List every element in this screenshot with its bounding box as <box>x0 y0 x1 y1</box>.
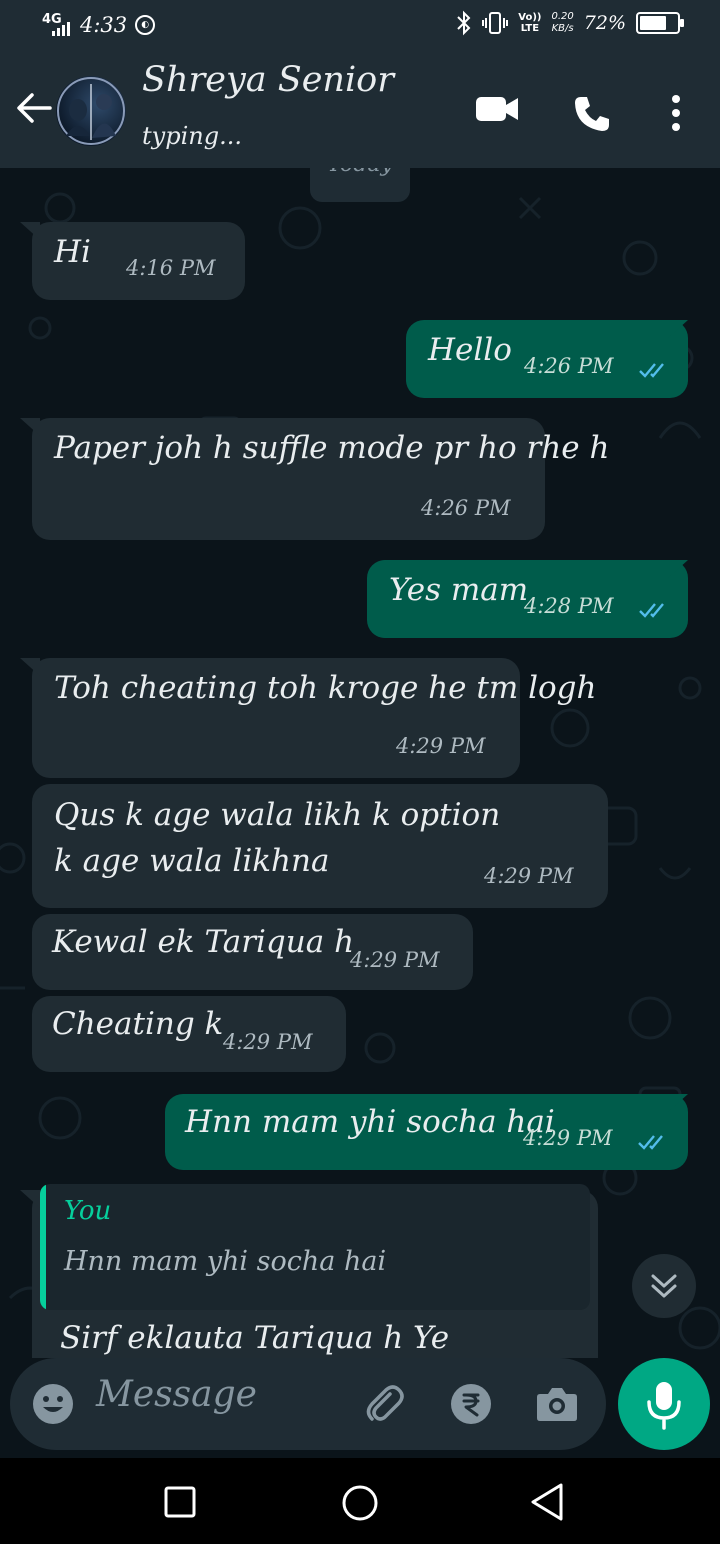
chat-header: Shreya Senior typing... <box>0 52 720 168</box>
incoming-message[interactable]: Paper joh h suffle mode pr ho rhe h 4:26… <box>32 418 609 540</box>
battery-icon <box>636 12 684 34</box>
message-time: 4:26 PM <box>524 354 614 378</box>
contact-status: typing... <box>142 122 242 150</box>
incoming-message[interactable]: Toh cheating toh kroge he tm logh 4:29 P… <box>32 658 596 778</box>
read-ticks-icon <box>639 603 664 618</box>
signal-icon: 4G <box>40 12 72 38</box>
message-time: 4:29 PM <box>396 734 486 758</box>
volte-indicator: Vo)) LTE <box>518 12 542 34</box>
message-text: Sirf eklauta Tariqua h Ye <box>60 1320 450 1356</box>
home-icon[interactable] <box>341 1484 379 1522</box>
date-chip: Today <box>310 168 410 202</box>
quote-author: You <box>64 1196 112 1226</box>
battery-fill <box>640 16 666 30</box>
status-right: Vo)) LTE 0.20 KB/s 72% <box>456 10 684 36</box>
battery-percent: 72% <box>583 12 626 34</box>
vibrate-icon <box>482 12 509 34</box>
input-bar: Message <box>0 1358 720 1458</box>
back-arrow-icon[interactable] <box>14 88 54 128</box>
navigation-bar <box>0 1458 720 1544</box>
outgoing-message[interactable]: Yes mam 4:28 PM <box>367 560 688 638</box>
emoji-icon[interactable] <box>32 1383 74 1425</box>
message-text: Hnn mam yhi socha hai <box>185 1104 555 1140</box>
message-text: Qus k age wala likh k option k age wala … <box>54 797 501 879</box>
avatar-photo <box>57 77 125 145</box>
camera-icon[interactable] <box>536 1384 578 1422</box>
bluetooth-icon <box>457 10 471 36</box>
more-options-icon[interactable] <box>666 94 686 132</box>
microphone-icon <box>647 1382 681 1430</box>
message-time: 4:29 PM <box>223 1030 313 1054</box>
rupee-payment-icon[interactable] <box>450 1383 492 1425</box>
outgoing-message[interactable]: Hnn mam yhi socha hai 4:29 PM <box>165 1094 688 1170</box>
read-ticks-icon <box>638 1135 663 1150</box>
message-time: 4:29 PM <box>523 1126 613 1150</box>
network-speed: 0.20 KB/s <box>551 11 574 34</box>
quoted-message[interactable]: You Hnn mam yhi socha hai <box>40 1184 590 1310</box>
message-text: Cheating k <box>52 1006 224 1042</box>
scroll-down-button[interactable] <box>632 1254 696 1318</box>
message-time: 4:26 PM <box>421 496 511 520</box>
chat-area[interactable]: Today Hi 4:16 PM Hello 4:26 PM Paper joh… <box>0 168 720 1358</box>
message-time: 4:29 PM <box>484 864 574 888</box>
voice-call-icon[interactable] <box>572 94 612 134</box>
message-text: Hi <box>54 234 91 270</box>
notification-icon: ◐ <box>135 15 156 35</box>
read-ticks-icon <box>639 363 664 378</box>
message-text: Kewal ek Tariqua h <box>52 924 355 960</box>
avatar[interactable] <box>56 76 126 146</box>
incoming-message[interactable]: Cheating k 4:29 PM <box>32 996 346 1072</box>
message-time: 4:28 PM <box>524 594 614 618</box>
message-input[interactable]: Message <box>96 1374 257 1415</box>
message-text: Hello <box>428 332 512 368</box>
incoming-message[interactable]: Kewal ek Tariqua h 4:29 PM <box>32 914 473 990</box>
status-left: 4G 4:33 ◐ <box>40 12 156 38</box>
recent-apps-icon[interactable] <box>164 1486 196 1518</box>
back-icon[interactable] <box>528 1482 566 1522</box>
message-text: Paper joh h suffle mode pr ho rhe h <box>54 430 610 466</box>
attach-icon[interactable] <box>360 1380 408 1428</box>
status-time: 4:33 <box>80 13 128 37</box>
message-field[interactable]: Message <box>10 1358 606 1450</box>
video-call-icon[interactable] <box>474 92 520 126</box>
quote-bar <box>40 1184 46 1310</box>
quote-text: Hnn mam yhi socha hai <box>64 1246 387 1277</box>
message-text: Yes mam <box>389 572 529 608</box>
contact-name[interactable]: Shreya Senior <box>142 60 394 100</box>
outgoing-message[interactable]: Hello 4:26 PM <box>406 320 688 398</box>
message-time: 4:29 PM <box>350 948 440 972</box>
incoming-message[interactable]: Qus k age wala likh k option k age wala … <box>32 784 608 908</box>
message-text: Toh cheating toh kroge he tm logh <box>54 670 597 706</box>
mic-button[interactable] <box>618 1358 710 1450</box>
double-chevron-down-icon <box>651 1274 677 1298</box>
incoming-message[interactable]: Hi 4:16 PM <box>32 222 245 300</box>
status-bar: 4G 4:33 ◐ Vo)) LTE 0.20 KB/s 72% <box>0 0 720 52</box>
message-time: 4:16 PM <box>126 256 216 280</box>
